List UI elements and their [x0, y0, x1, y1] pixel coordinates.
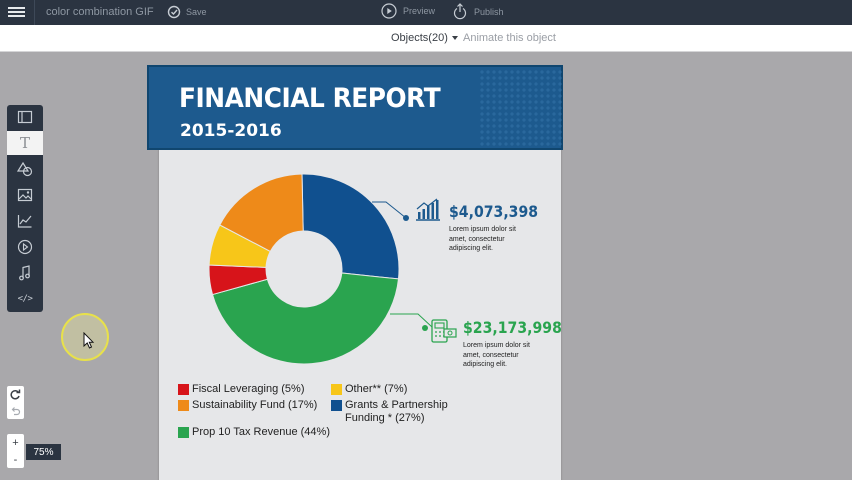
- object-toolbar: Objects(20) Animate this object: [0, 25, 852, 52]
- embed-tool[interactable]: </>: [7, 287, 43, 311]
- report-years[interactable]: 2015-2016: [180, 121, 282, 141]
- redo-button[interactable]: [7, 386, 24, 402]
- legend-swatch: [178, 400, 189, 411]
- undo-button[interactable]: [7, 402, 24, 418]
- legend-item[interactable]: Prop 10 Tax Revenue (44%): [178, 426, 330, 439]
- chart-icon: [17, 215, 32, 228]
- publish-button[interactable]: Publish: [452, 3, 504, 20]
- legend-item[interactable]: Grants & Partnership Funding * (27%): [331, 399, 456, 425]
- menu-icon[interactable]: [8, 5, 25, 19]
- video-icon: [17, 239, 33, 255]
- mouse-cursor-icon: [83, 332, 95, 349]
- report-banner[interactable]: FINANCIAL REPORT 2015-2016: [147, 65, 563, 150]
- undo-icon: [11, 406, 21, 415]
- save-icon: [167, 5, 181, 19]
- dot-pattern: [479, 69, 563, 147]
- legend-label: Fiscal Leveraging (5%): [192, 383, 305, 395]
- bar-chart-icon: [416, 198, 440, 221]
- legend-label: Prop 10 Tax Revenue (44%): [192, 426, 330, 438]
- stat-tax-revenue-value: $23,173,998: [463, 318, 562, 337]
- zoom-level: 75%: [26, 444, 61, 460]
- legend-swatch: [178, 427, 189, 438]
- legend-item[interactable]: Other** (7%): [331, 383, 407, 396]
- music-icon: [19, 265, 30, 281]
- legend-item[interactable]: Sustainability Fund (17%): [178, 399, 317, 412]
- animate-object-button[interactable]: Animate this object: [463, 32, 556, 44]
- tool-panel: T </>: [7, 105, 43, 312]
- zoom-controls: + -: [7, 434, 24, 468]
- text-icon: T: [19, 134, 30, 152]
- history-controls: [7, 386, 24, 419]
- objects-label: Objects(20): [391, 32, 448, 44]
- legend-label: Other** (7%): [345, 383, 408, 395]
- background-icon: [17, 110, 33, 124]
- background-tool[interactable]: [7, 105, 43, 129]
- text-tool[interactable]: T: [7, 131, 43, 155]
- zoom-in-button[interactable]: +: [7, 434, 24, 451]
- legend-swatch: [331, 400, 342, 411]
- image-icon: [17, 188, 33, 202]
- legend-label: Grants & Partnership Funding * (27%): [345, 399, 448, 424]
- shapes-tool[interactable]: [7, 157, 43, 181]
- chevron-down-icon: [451, 36, 458, 40]
- zoom-out-button[interactable]: -: [7, 451, 24, 468]
- save-button[interactable]: Save: [167, 5, 207, 19]
- publish-label: Publish: [474, 6, 504, 17]
- legend-label: Sustainability Fund (17%): [192, 399, 318, 411]
- divider: [34, 0, 35, 25]
- stat-grants-desc: Lorem ipsum dolor sit amet, consectetur …: [449, 226, 516, 252]
- chart-tool[interactable]: [7, 209, 43, 233]
- image-tool[interactable]: [7, 183, 43, 207]
- document-title[interactable]: color combination GIF: [46, 6, 154, 18]
- legend-swatch: [331, 384, 342, 395]
- save-label: Save: [186, 7, 207, 17]
- stat-tax-revenue-desc: Lorem ipsum dolor sit amet, consectetur …: [463, 342, 530, 368]
- embed-code-icon: </>: [17, 294, 33, 304]
- calculator-money-icon: [431, 319, 457, 343]
- play-circle-icon: [381, 3, 397, 19]
- stat-grants-value: $4,073,398: [449, 202, 539, 221]
- publish-icon: [453, 3, 467, 20]
- stat-tax-revenue[interactable]: $23,173,998 Lorem ipsum dolor sit amet, …: [463, 318, 575, 370]
- report-title[interactable]: FINANCIAL REPORT: [179, 83, 441, 114]
- legend-item[interactable]: Fiscal Leveraging (5%): [178, 383, 305, 396]
- redo-icon: [10, 389, 21, 399]
- stat-grants[interactable]: $4,073,398 Lorem ipsum dolor sit amet, c…: [449, 202, 550, 254]
- preview-label: Preview: [403, 6, 436, 16]
- objects-dropdown[interactable]: Objects(20): [391, 32, 458, 44]
- video-tool[interactable]: [7, 235, 43, 259]
- top-bar: color combination GIF Save Preview Publi…: [0, 0, 852, 25]
- music-tool[interactable]: [7, 261, 43, 285]
- legend-swatch: [178, 384, 189, 395]
- shapes-icon: [17, 161, 33, 177]
- preview-button[interactable]: Preview: [381, 3, 435, 19]
